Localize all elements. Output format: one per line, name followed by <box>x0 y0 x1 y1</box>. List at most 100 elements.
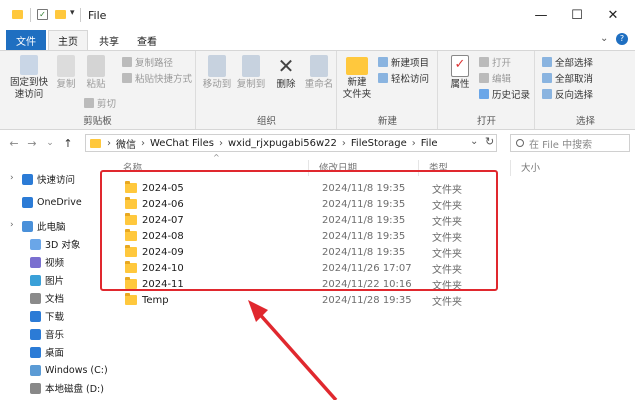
properties-qat-icon[interactable]: ✓ <box>37 9 48 20</box>
search-icon <box>516 139 524 147</box>
open-icon <box>479 57 489 67</box>
nav-item[interactable]: 下载 <box>0 307 112 325</box>
table-row[interactable]: Temp 2024/11/28 19:35 文件夹 <box>113 292 513 308</box>
history-label: 历史记录 <box>492 90 531 101</box>
ribbon-tabs: 文件 主页 共享 查看 ⌄ ? <box>0 30 635 50</box>
move-to-icon <box>208 55 226 77</box>
copy-path-button[interactable]: 复制路径 <box>122 54 173 70</box>
easy-access-label: 轻松访问 <box>391 74 430 85</box>
chevron-right-icon[interactable]: › <box>10 220 14 230</box>
up-button[interactable]: ↑ <box>60 135 76 151</box>
select-group: 全部选择 全部取消 反向选择 选择 <box>536 51 635 129</box>
edit-button[interactable]: 编辑 <box>479 70 511 86</box>
nav-item[interactable]: OneDrive <box>0 193 112 211</box>
properties-button[interactable]: ✓ 属性 <box>445 55 475 91</box>
properties-label: 属性 <box>450 79 470 90</box>
new-item-button[interactable]: 新建项目 <box>378 54 429 70</box>
delete-icon: ✕ <box>277 54 295 78</box>
row-date: 2024/11/28 19:35 <box>322 294 412 306</box>
move-to-label: 移动到 <box>202 79 232 90</box>
invert-selection-button[interactable]: 反向选择 <box>542 86 593 102</box>
search-input[interactable]: 在 File 中搜索 <box>510 134 630 152</box>
video-icon <box>30 256 41 268</box>
breadcrumb-wxid[interactable]: wxid_rjxpugabi56w22 <box>228 138 337 149</box>
move-to-button[interactable]: 移动到 <box>201 55 233 91</box>
select-none-button[interactable]: 全部取消 <box>542 70 593 86</box>
copy-to-icon <box>242 55 260 77</box>
open-group: ✓ 属性 打开 编辑 历史记录 打开 <box>439 51 535 129</box>
new-item-label: 新建项目 <box>391 58 430 69</box>
column-size[interactable]: 大小 <box>511 160 571 176</box>
breadcrumb-file[interactable]: File <box>421 138 438 149</box>
tab-file[interactable]: 文件 <box>6 30 46 50</box>
nav-item-label: 桌面 <box>45 348 65 359</box>
breadcrumb-filestorage[interactable]: FileStorage <box>351 138 407 149</box>
tab-share[interactable]: 共享 <box>92 30 126 50</box>
nav-item[interactable]: 3D 对象 <box>0 235 112 253</box>
paste-shortcut-button[interactable]: 粘贴快捷方式 <box>122 70 192 86</box>
paste-shortcut-icon <box>122 73 132 83</box>
copy-button[interactable]: 复制 <box>54 55 78 91</box>
select-all-button[interactable]: 全部选择 <box>542 54 593 70</box>
delete-label: 删除 <box>276 79 296 90</box>
paste-button[interactable]: 粘贴 <box>84 55 108 91</box>
nav-item[interactable]: 桌面 <box>0 343 112 361</box>
navigation-pane: › 快速访问 OneDrive › 此电脑 3D 对象视频图片 文档 下载 音乐桌面 Window… <box>0 156 112 400</box>
nav-item-label: 此电脑 <box>37 222 66 233</box>
help-icon[interactable]: ? <box>616 33 628 45</box>
rename-button[interactable]: 重命名 <box>303 55 335 91</box>
new-folder-button[interactable]: 新建 文件夹 <box>342 55 372 101</box>
nav-item-label: 视频 <box>45 258 65 269</box>
pin-icon <box>20 55 38 75</box>
copy-to-button[interactable]: 复制到 <box>235 55 267 91</box>
delete-button[interactable]: ✕ 删除 <box>271 55 301 91</box>
recent-locations-button[interactable]: ⌄ <box>42 135 58 151</box>
forward-button[interactable]: → <box>24 135 40 151</box>
nav-item[interactable]: Windows (C:) <box>0 361 112 379</box>
new-item-icon <box>378 57 388 67</box>
history-button[interactable]: 历史记录 <box>479 86 530 102</box>
copy-label: 复制 <box>56 79 76 90</box>
new-folder-qat-icon[interactable] <box>55 10 66 19</box>
select-none-icon <box>542 73 552 83</box>
open-button[interactable]: 打开 <box>479 54 511 70</box>
chevron-right-icon: › <box>107 137 111 149</box>
refresh-button[interactable]: ↻ <box>485 135 494 148</box>
easy-access-icon <box>378 73 388 83</box>
nav-item[interactable]: 视频 <box>0 253 112 271</box>
close-button[interactable]: ✕ <box>590 0 635 30</box>
separator <box>80 8 81 22</box>
tab-view[interactable]: 查看 <box>130 30 164 50</box>
history-icon <box>479 89 489 99</box>
cut-button[interactable]: 剪切 <box>84 95 116 111</box>
back-button[interactable]: ← <box>6 135 22 151</box>
nav-item[interactable]: 图片 <box>0 271 112 289</box>
cloud-icon <box>22 196 33 208</box>
address-dropdown-button[interactable]: ⌄ <box>470 136 478 147</box>
new-folder-label: 新建 文件夹 <box>342 77 372 100</box>
breadcrumb-wechat[interactable]: 微信 <box>116 136 136 151</box>
tab-home[interactable]: 主页 <box>48 30 88 50</box>
nav-item[interactable]: 文档 <box>0 289 112 307</box>
collapse-ribbon-icon[interactable]: ⌄ <box>600 33 608 44</box>
qat-dropdown-icon[interactable]: ▾ <box>70 8 75 18</box>
address-bar-row: ← → ⌄ ↑ › 微信 › WeChat Files › wxid_rjxpu… <box>0 131 635 155</box>
nav-item[interactable]: › 此电脑 <box>0 217 112 235</box>
select-all-icon <box>542 57 552 67</box>
ribbon: 固定到快 速访问 复制 粘贴 复制路径 粘贴快捷方式 剪切 剪贴板 移动到 复制… <box>0 50 635 130</box>
music-icon <box>30 328 41 340</box>
address-box[interactable]: › 微信 › WeChat Files › wxid_rjxpugabi56w2… <box>85 134 497 152</box>
nav-item[interactable]: 音乐 <box>0 325 112 343</box>
chevron-right-icon[interactable]: › <box>10 173 14 183</box>
open-group-label: 打开 <box>476 116 496 127</box>
breadcrumb-wechat-files[interactable]: WeChat Files <box>150 138 214 149</box>
row-name: Temp <box>142 294 169 306</box>
nav-item[interactable]: 本地磁盘 (D:) <box>0 379 112 397</box>
nav-item[interactable]: › 快速访问 <box>0 170 112 188</box>
copy-to-label: 复制到 <box>236 79 266 90</box>
select-none-label: 全部取消 <box>555 74 594 85</box>
pin-quick-access-button[interactable]: 固定到快 速访问 <box>8 55 50 101</box>
chevron-right-icon: › <box>341 137 346 149</box>
easy-access-button[interactable]: 轻松访问 <box>378 70 429 86</box>
chevron-right-icon: › <box>141 137 145 149</box>
